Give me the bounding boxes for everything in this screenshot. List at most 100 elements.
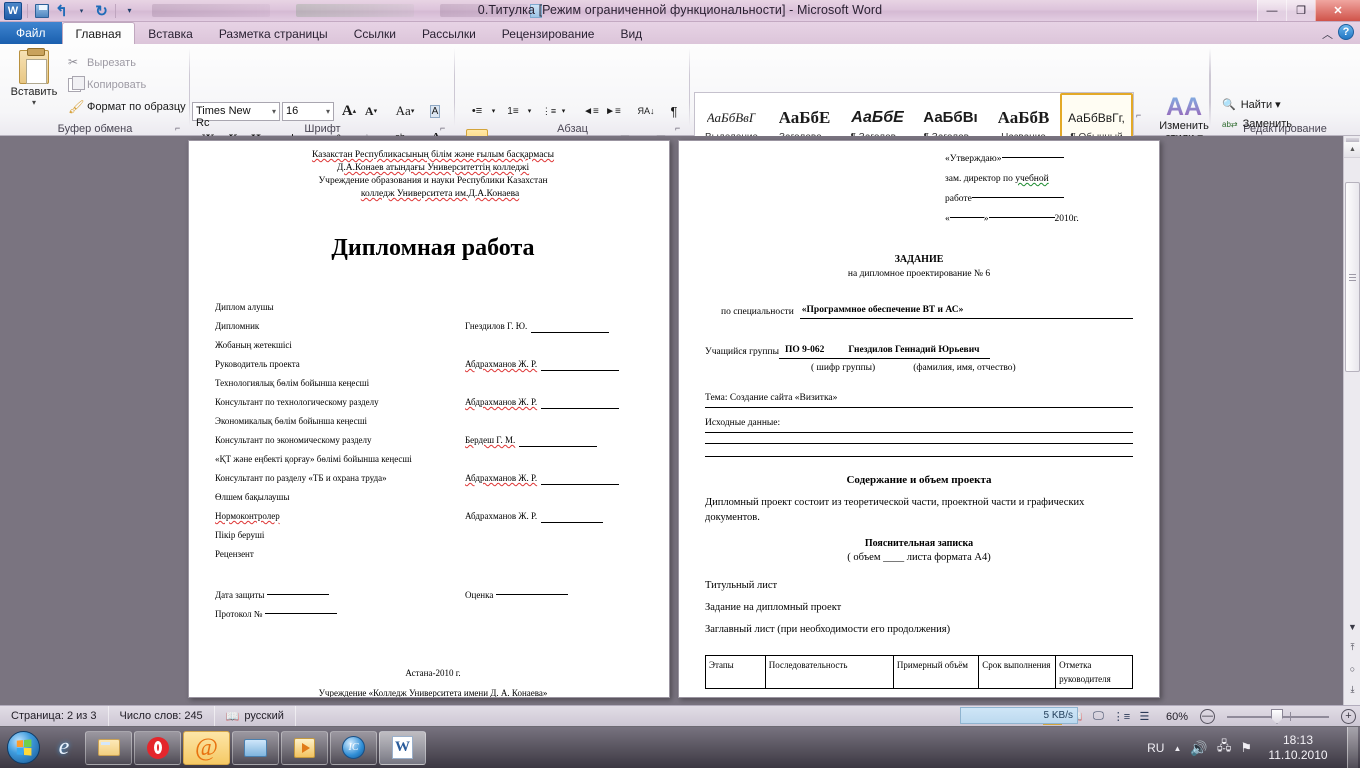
tab-file[interactable]: Файл: [0, 22, 62, 44]
ribbon-group-font: Шрифт ⌐: [190, 44, 455, 136]
close-button[interactable]: ✕: [1315, 0, 1360, 21]
ribbon-tabs[interactable]: Файл Главная Вставка Разметка страницы С…: [0, 22, 1360, 44]
scissors-icon: ✂: [68, 55, 79, 69]
doc-row-label: Дипломник: [215, 321, 260, 331]
restore-button[interactable]: ❐: [1286, 0, 1315, 21]
increase-indent-button[interactable]: ►≡: [602, 101, 624, 121]
style-preview-0: АаБбВвГ: [706, 109, 757, 125]
cut-label: Вырезать: [87, 56, 136, 69]
window-controls[interactable]: — ❐ ✕: [1257, 0, 1360, 21]
bullets-button[interactable]: •≡: [466, 101, 488, 121]
word-count[interactable]: Число слов: 245: [109, 705, 215, 727]
multilevel-list-button[interactable]: ⋮≡: [538, 101, 560, 121]
format-painter-button[interactable]: 🖌 Формат по образцу: [68, 99, 186, 114]
zoom-slider[interactable]: [1219, 708, 1337, 725]
tab-review[interactable]: Рецензирование: [489, 23, 608, 44]
doc-row-name: Абдрахманов Ж. Р.: [465, 511, 538, 521]
taskbar-item-media-player[interactable]: [281, 730, 328, 765]
taskbar-item-mail[interactable]: @: [183, 730, 230, 765]
page-indicator[interactable]: Страница: 2 из 3: [0, 705, 109, 727]
select-browse-object-button[interactable]: ○: [1344, 660, 1360, 677]
font-size-chevron-down-icon[interactable]: ▾: [326, 107, 330, 116]
font-name-chevron-down-icon[interactable]: ▾: [272, 107, 276, 116]
minimize-button[interactable]: —: [1257, 0, 1286, 21]
scroll-down-button[interactable]: ▼: [1344, 618, 1360, 635]
tab-mailings[interactable]: Рассылки: [409, 23, 489, 44]
bullets-dropdown-icon[interactable]: ▾: [488, 101, 499, 121]
multilevel-dropdown-icon[interactable]: ▾: [558, 101, 569, 121]
taskbar-item-globe-app[interactable]: IC: [330, 730, 377, 765]
copy-icon: [68, 76, 85, 92]
scrollbar-thumb[interactable]: [1345, 182, 1360, 372]
change-case-button[interactable]: Aa ▾: [392, 101, 418, 121]
tab-home[interactable]: Главная: [61, 22, 136, 44]
grow-font-button[interactable]: A ▴: [338, 101, 360, 121]
vertical-scrollbar[interactable]: ▲ ▼ ⤒ ○ ⤓: [1343, 136, 1360, 705]
next-page-button[interactable]: ⤓: [1344, 681, 1360, 698]
previous-page-button[interactable]: ⤒: [1344, 639, 1360, 656]
protocol-label: Протокол №: [215, 609, 263, 619]
network-icon[interactable]: 🖧: [1217, 737, 1232, 759]
taskbar-item-word[interactable]: W: [379, 730, 426, 765]
font-name-input[interactable]: Times New Rc ▾: [192, 102, 280, 129]
zoom-level[interactable]: 60%: [1158, 711, 1196, 723]
clipboard-dialog-launcher[interactable]: ⌐: [175, 123, 186, 134]
decrease-indent-button[interactable]: ◄≡: [580, 101, 602, 121]
source-data-label: Исходные данные:: [705, 418, 781, 428]
collapse-ribbon-icon[interactable]: ︿: [1322, 26, 1333, 42]
numbering-button[interactable]: 1≡: [502, 101, 524, 121]
caption-group: ( шифр группы): [811, 363, 876, 373]
doc-header-line-1: Д.А.Конаев атындағы Университеттің колле…: [336, 163, 530, 173]
document-page-left[interactable]: Казакстан Республикасының білім және ғыл…: [188, 140, 670, 698]
tab-view[interactable]: Вид: [607, 23, 655, 44]
zoom-slider-thumb[interactable]: [1271, 709, 1283, 724]
tab-references[interactable]: Ссылки: [341, 23, 409, 44]
document-canvas[interactable]: Казакстан Республикасының білім және ғыл…: [0, 136, 1360, 705]
sort-button[interactable]: ЯА↓: [634, 101, 658, 121]
scroll-up-button[interactable]: ▲: [1344, 142, 1360, 158]
speaker-icon[interactable]: 🔊: [1190, 740, 1207, 757]
find-button[interactable]: 🔍 Найти ▾: [1222, 94, 1296, 114]
split-handle[interactable]: [1346, 138, 1359, 142]
title-bar: W ↰ ▾ ↻ ▾ 0.Титулка [Режим ограниченной …: [0, 0, 1360, 22]
styles-dialog-launcher[interactable]: ⌐: [1136, 110, 1147, 121]
clear-formatting-button[interactable]: A: [424, 101, 446, 121]
zoom-in-button[interactable]: +: [1341, 709, 1356, 724]
font-size-input[interactable]: 16 ▾: [282, 102, 334, 121]
copy-label: Копировать: [87, 78, 147, 91]
internet-explorer-icon: e: [58, 734, 70, 760]
shrink-font-button[interactable]: A ▾: [360, 101, 382, 121]
view-outline-button[interactable]: ⋮≡: [1112, 708, 1131, 725]
help-icon[interactable]: ?: [1338, 24, 1354, 40]
document-page-right[interactable]: «Утверждаю» зам. директор по учебной раб…: [678, 140, 1160, 698]
tab-page-layout[interactable]: Разметка страницы: [206, 23, 341, 44]
content-heading: Содержание и объем проекта: [846, 474, 992, 486]
paste-dropdown-icon[interactable]: ▾: [8, 98, 60, 107]
language-indicator-tray[interactable]: RU: [1147, 741, 1164, 755]
style-preview-5: АаБбВвГг,: [1068, 110, 1125, 125]
taskbar-item-opera[interactable]: [134, 730, 181, 765]
show-desktop-button[interactable]: [1347, 727, 1358, 768]
view-web-layout-button[interactable]: 🖵: [1089, 708, 1108, 725]
cut-button[interactable]: ✂ Вырезать: [68, 55, 136, 70]
show-hidden-icons-icon[interactable]: ▲: [1173, 744, 1181, 753]
clear-formatting-icon: A: [429, 104, 441, 118]
taskbar-item-windows-explorer[interactable]: [85, 730, 132, 765]
numbering-dropdown-icon[interactable]: ▾: [524, 101, 535, 121]
taskbar-item-media-center[interactable]: [232, 730, 279, 765]
show-formatting-marks-button[interactable]: ¶: [664, 101, 684, 121]
clock[interactable]: 18:13 11.10.2010: [1261, 733, 1335, 763]
replace-button[interactable]: ab⇄ Заменить: [1222, 114, 1296, 134]
flag-icon[interactable]: ⚑: [1240, 740, 1252, 756]
tab-insert[interactable]: Вставка: [135, 23, 206, 44]
change-styles-icon: AA: [1155, 94, 1213, 120]
copy-button[interactable]: Копировать: [68, 76, 147, 92]
language-indicator[interactable]: 📖 русский: [215, 705, 296, 727]
replace-label: Заменить: [1242, 118, 1293, 130]
paste-button[interactable]: Вставить ▾: [8, 48, 60, 107]
taskbar-item-internet-explorer[interactable]: e: [44, 729, 84, 767]
start-button[interactable]: [2, 729, 44, 767]
view-draft-button[interactable]: ☰: [1135, 708, 1154, 725]
approve-line-3: работе: [945, 194, 972, 204]
zoom-out-button[interactable]: —: [1200, 709, 1215, 724]
